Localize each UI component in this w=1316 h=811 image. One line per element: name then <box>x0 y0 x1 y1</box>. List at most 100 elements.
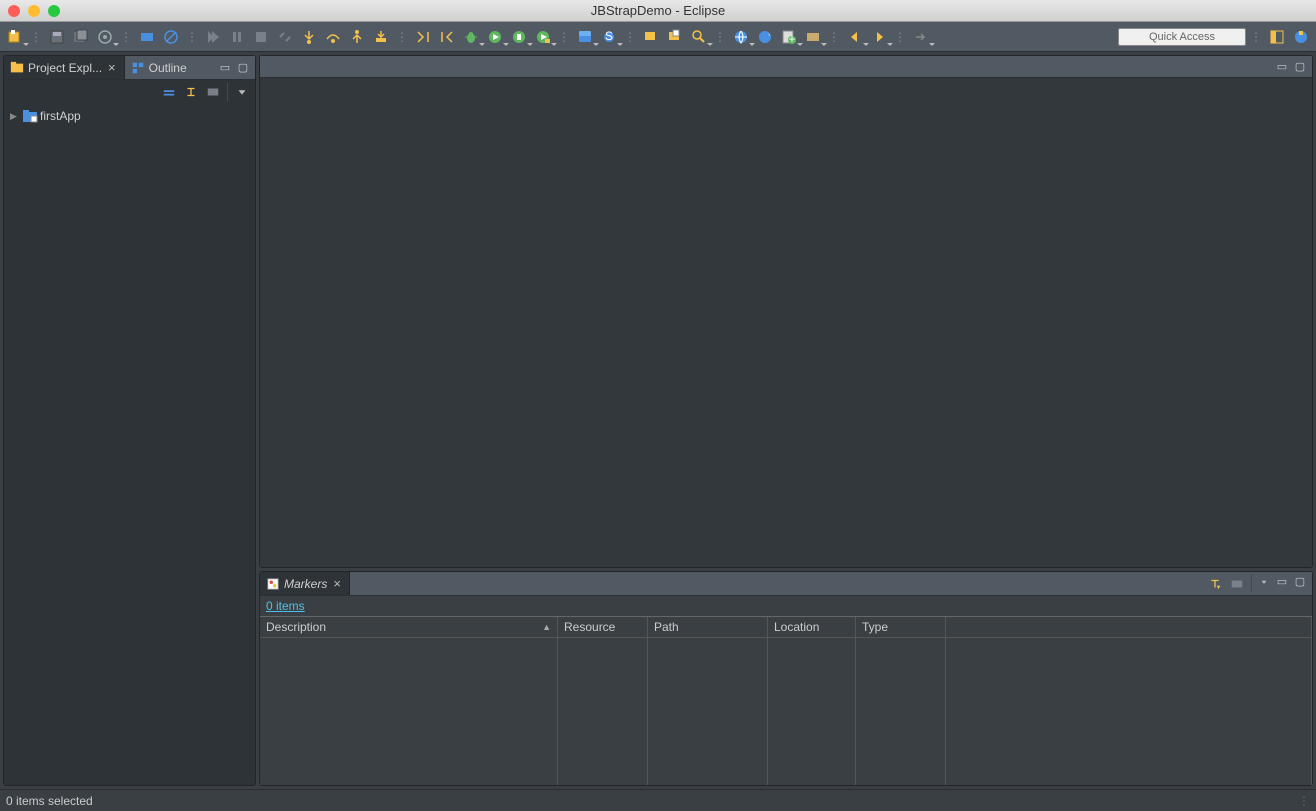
step-over-button[interactable] <box>322 26 344 48</box>
status-text: 0 items selected <box>6 794 93 808</box>
outline-icon <box>131 61 145 75</box>
close-window-button[interactable] <box>8 5 20 17</box>
focus-markers-button[interactable] <box>1205 574 1225 594</box>
new-button[interactable] <box>4 26 26 48</box>
tab-markers[interactable]: Markers × <box>260 572 350 595</box>
quick-access-button[interactable]: Quick Access <box>1118 28 1246 46</box>
link-button[interactable] <box>754 26 776 48</box>
tree-item-label: firstApp <box>40 109 81 123</box>
suspend-button[interactable] <box>226 26 248 48</box>
java-ee-perspective-button[interactable] <box>1290 26 1312 48</box>
main-toolbar: ⋮ ⋮ ⋮ ⋮ ⋮ S ⋮ ⋮ + ⋮ ⋮ Quick Access ⋮ <box>0 22 1316 52</box>
close-icon[interactable]: × <box>106 61 118 74</box>
markers-count: 0 items <box>260 596 1312 616</box>
maximize-view-button[interactable]: ▢ <box>1292 574 1308 590</box>
markers-panel: Markers × ▭ ▢ 0 items Description▲ <box>259 571 1313 786</box>
tab-project-explorer[interactable]: Project Expl... × <box>4 56 125 79</box>
markers-rows[interactable] <box>260 638 1312 785</box>
web-browser-button[interactable] <box>730 26 752 48</box>
toolbar-drag-handle: ⋮ <box>396 30 408 44</box>
open-type-button[interactable] <box>640 26 662 48</box>
column-location[interactable]: Location <box>768 617 856 637</box>
new-package-button[interactable] <box>802 26 824 48</box>
debug-button[interactable] <box>460 26 482 48</box>
search-button[interactable] <box>688 26 710 48</box>
focus-task-button[interactable] <box>203 82 223 102</box>
open-task-button[interactable] <box>664 26 686 48</box>
markers-header: Description▲ Resource Path Location Type <box>260 617 1312 638</box>
column-spacer <box>946 617 1312 637</box>
project-icon <box>22 108 38 124</box>
step-return-button[interactable] <box>346 26 368 48</box>
markers-tabs: Markers × ▭ ▢ <box>260 572 1312 596</box>
svg-text:+: + <box>788 32 795 45</box>
toolbar-drag-handle: ⋮ <box>558 30 570 44</box>
toolbar-drag-handle: ⋮ <box>828 30 840 44</box>
disconnect-button[interactable] <box>274 26 296 48</box>
run-button[interactable] <box>484 26 506 48</box>
toolbar-drag-handle: ⋮ <box>624 30 636 44</box>
forward-button[interactable] <box>868 26 890 48</box>
coverage-button[interactable] <box>508 26 530 48</box>
skip-breakpoints-button[interactable] <box>160 26 182 48</box>
step-into-button[interactable] <box>298 26 320 48</box>
resize-handle-icon: ⋮ <box>1298 794 1310 808</box>
column-description[interactable]: Description▲ <box>260 617 558 637</box>
toolbar-drag-handle: ⋮ <box>186 30 198 44</box>
titlebar: JBStrapDemo - Eclipse <box>0 0 1316 22</box>
explorer-icon <box>10 61 24 75</box>
project-tree[interactable]: ▶ firstApp <box>4 104 255 785</box>
window-title: JBStrapDemo - Eclipse <box>0 3 1316 18</box>
new-server-button[interactable] <box>574 26 596 48</box>
new-java-class-button[interactable]: + <box>778 26 800 48</box>
switch-editor-button[interactable] <box>94 26 116 48</box>
maximize-view-button[interactable]: ▢ <box>235 60 251 76</box>
sort-icon: ▲ <box>542 622 551 632</box>
collapse-all-button[interactable] <box>159 82 179 102</box>
save-button[interactable] <box>46 26 68 48</box>
svg-text:S: S <box>605 29 613 43</box>
resume-button[interactable] <box>202 26 224 48</box>
back-button[interactable] <box>844 26 866 48</box>
tab-outline[interactable]: Outline <box>125 56 193 79</box>
minimize-view-button[interactable]: ▭ <box>1274 574 1290 590</box>
minimize-editor-button[interactable]: ▭ <box>1274 59 1290 75</box>
tree-item-project[interactable]: ▶ firstApp <box>8 106 251 126</box>
drop-to-frame-button[interactable] <box>370 26 392 48</box>
terminate-button[interactable] <box>250 26 272 48</box>
column-type[interactable]: Type <box>856 617 946 637</box>
tab-label: Markers <box>284 577 327 591</box>
editor-area: ▭ ▢ <box>259 55 1313 568</box>
markers-icon <box>266 577 280 591</box>
open-perspective-button[interactable] <box>1266 26 1288 48</box>
editor-tabstrip: ▭ ▢ <box>260 56 1312 78</box>
next-annotation-button[interactable] <box>412 26 434 48</box>
open-markers-button[interactable] <box>1227 574 1247 594</box>
maximize-editor-button[interactable]: ▢ <box>1292 59 1308 75</box>
run-on-server-button[interactable] <box>532 26 554 48</box>
tab-label: Project Expl... <box>28 61 102 75</box>
right-column: ▭ ▢ Markers × ▭ ▢ <box>259 55 1313 786</box>
editor-body[interactable] <box>260 78 1312 567</box>
toolbar-drag-handle: ⋮ <box>30 30 42 44</box>
tab-label: Outline <box>149 61 187 75</box>
minimize-view-button[interactable]: ▭ <box>217 60 233 76</box>
toggle-breadcrumb-button[interactable] <box>136 26 158 48</box>
column-resource[interactable]: Resource <box>558 617 648 637</box>
prev-annotation-button[interactable] <box>436 26 458 48</box>
close-icon[interactable]: × <box>331 577 343 590</box>
nav-forward-button[interactable] <box>910 26 932 48</box>
view-menu-button[interactable] <box>232 82 252 102</box>
save-all-button[interactable] <box>70 26 92 48</box>
column-path[interactable]: Path <box>648 617 768 637</box>
new-servlet-button[interactable]: S <box>598 26 620 48</box>
left-panel: Project Expl... × Outline ▭ ▢ ▶ first <box>3 55 256 786</box>
view-menu-button[interactable] <box>1256 574 1272 590</box>
project-explorer-toolbar <box>4 80 255 104</box>
disclosure-triangle-icon[interactable]: ▶ <box>10 111 20 122</box>
workspace: Project Expl... × Outline ▭ ▢ ▶ first <box>0 52 1316 789</box>
minimize-window-button[interactable] <box>28 5 40 17</box>
status-bar: 0 items selected ⋮ <box>0 789 1316 811</box>
link-with-editor-button[interactable] <box>181 82 201 102</box>
zoom-window-button[interactable] <box>48 5 60 17</box>
